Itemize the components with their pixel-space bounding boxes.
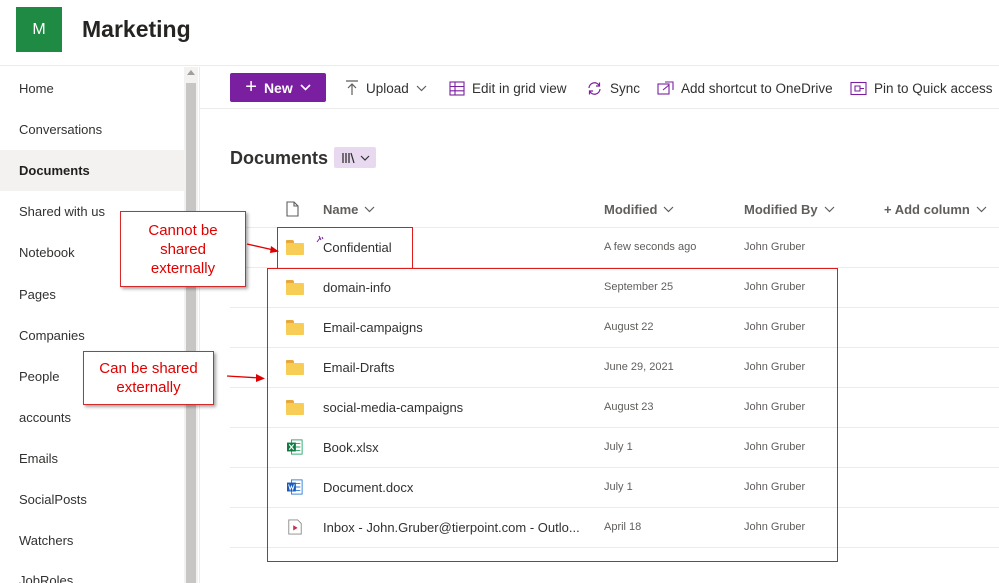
command-bar: + New Upload Edit in grid view Sync Add … (200, 67, 999, 109)
nav-item-companies[interactable]: Companies (0, 315, 184, 356)
plus-icon: + (245, 75, 257, 98)
file-type-icon (286, 201, 299, 217)
sync-label: Sync (610, 80, 641, 96)
can-share-arrow-icon (226, 374, 265, 382)
grid-icon (449, 80, 465, 96)
sync-button[interactable]: Sync (586, 77, 640, 99)
nav-item-watchers[interactable]: Watchers (0, 520, 184, 561)
add-shortcut-button[interactable]: Add shortcut to OneDrive (657, 77, 833, 99)
new-button[interactable]: + New (230, 73, 326, 102)
pin-quick-access-label: Pin to Quick access (874, 80, 993, 96)
view-switcher-button[interactable] (334, 147, 376, 168)
shareable-highlight-box (267, 268, 838, 562)
chevron-down-icon (300, 84, 311, 91)
pin-icon (850, 81, 867, 95)
edit-grid-view-button[interactable]: Edit in grid view (449, 77, 567, 99)
nav-item-emails[interactable]: Emails (0, 438, 184, 479)
row-modified: A few seconds ago (604, 241, 697, 253)
nav-scroll-thumb[interactable] (186, 83, 196, 583)
cannot-share-text: Cannot be shared externally (148, 221, 218, 277)
name-column-label: Name (323, 201, 359, 217)
upload-icon (346, 80, 358, 95)
site-header: M Marketing (0, 0, 999, 66)
library-icon (341, 152, 355, 163)
name-column-header[interactable]: Name (323, 200, 375, 218)
chevron-down-icon (976, 206, 987, 212)
nav-item-documents[interactable]: Documents (0, 150, 184, 191)
scroll-up-arrow-icon[interactable] (187, 70, 195, 75)
pin-quick-access-button[interactable]: Pin to Quick access (850, 77, 993, 99)
confidential-highlight-box (277, 227, 413, 269)
sync-icon (588, 81, 601, 95)
library-title: Documents (230, 148, 329, 168)
site-logo-letter: M (32, 20, 46, 38)
nav-scrollbar[interactable] (184, 67, 198, 583)
upload-label: Upload (366, 80, 409, 96)
chevron-down-icon (664, 206, 674, 212)
site-logo[interactable]: M (16, 7, 62, 52)
chevron-down-icon (364, 206, 375, 212)
add-shortcut-label: Add shortcut to OneDrive (681, 80, 833, 96)
nav-item-home[interactable]: Home (0, 68, 184, 109)
modified-column-label: Modified (604, 201, 658, 217)
nav-item-conversations[interactable]: Conversations (0, 109, 184, 150)
can-share-callout: Can be shared externally (83, 351, 214, 405)
site-title[interactable]: Marketing (82, 16, 191, 43)
chevron-down-icon (416, 85, 427, 91)
nav-item-jobroles[interactable]: JobRoles (0, 560, 184, 583)
row-modified-by[interactable]: John Gruber (744, 241, 805, 253)
shortcut-icon (657, 80, 674, 95)
nav-item-socialposts[interactable]: SocialPosts (0, 479, 184, 520)
chevron-down-icon (360, 155, 369, 161)
add-column-button[interactable]: + Add column (884, 200, 987, 218)
cannot-share-callout: Cannot be shared externally (120, 211, 246, 287)
cannot-share-arrow-icon (246, 243, 279, 253)
left-nav: Home Conversations Documents Shared with… (0, 67, 200, 583)
upload-button[interactable]: Upload (345, 77, 427, 99)
edit-grid-view-label: Edit in grid view (472, 80, 567, 96)
modified-column-header[interactable]: Modified (604, 200, 674, 218)
modified-by-column-header[interactable]: Modified By (744, 200, 835, 218)
new-button-label: New (263, 79, 293, 96)
modified-by-column-label: Modified By (744, 201, 818, 217)
can-share-text: Can be shared externally (99, 360, 198, 396)
add-column-label: + Add column (884, 201, 970, 217)
file-type-column-header[interactable] (286, 200, 299, 218)
chevron-down-icon (824, 206, 835, 212)
